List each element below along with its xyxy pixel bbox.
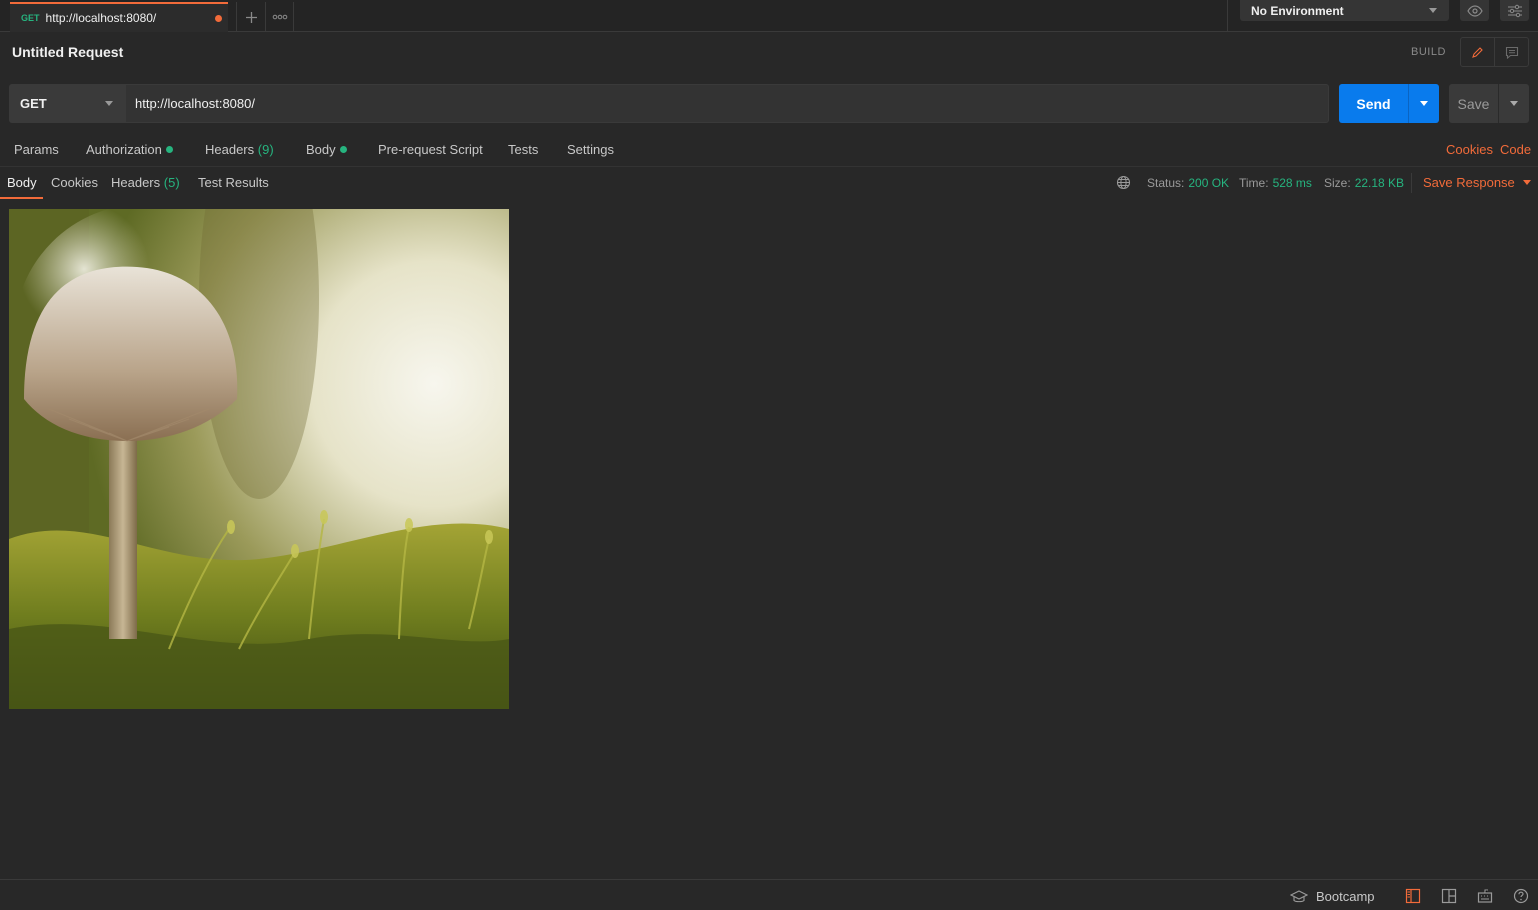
- tab-params[interactable]: Params: [14, 142, 59, 157]
- response-tab-test-results[interactable]: Test Results: [198, 175, 269, 190]
- build-mode-label: BUILD: [1411, 46, 1446, 58]
- request-tab[interactable]: GET http://localhost:8080/: [10, 2, 228, 32]
- tab-authorization-label: Authorization: [86, 142, 162, 157]
- tab-bar: GET http://localhost:8080/ No Environmen…: [0, 0, 1538, 32]
- url-value: http://localhost:8080/: [135, 96, 255, 111]
- response-tab-headers-label: Headers: [111, 175, 161, 190]
- comment-icon: [1505, 46, 1518, 59]
- tab-headers-label: Headers: [205, 142, 255, 157]
- chevron-down-icon: [1429, 8, 1437, 13]
- response-image: [9, 209, 509, 709]
- response-tab-body[interactable]: Body: [7, 175, 37, 190]
- keyboard-icon[interactable]: [1477, 888, 1493, 904]
- tab-url: http://localhost:8080/: [45, 11, 157, 25]
- environment-select[interactable]: No Environment: [1240, 0, 1449, 21]
- size-label: Size:: [1324, 176, 1351, 190]
- response-tab-headers[interactable]: Headers (5): [111, 175, 180, 190]
- active-dot-icon: [339, 146, 347, 153]
- manage-environments-button[interactable]: [1500, 0, 1529, 21]
- edit-button[interactable]: [1461, 38, 1494, 66]
- save-button-group: Save: [1449, 84, 1529, 123]
- headers-count: (9): [257, 142, 274, 157]
- chevron-down-icon: [105, 101, 113, 106]
- send-options-button[interactable]: [1408, 84, 1439, 123]
- tab-headers[interactable]: Headers (9): [205, 142, 274, 157]
- plus-icon: [245, 11, 257, 23]
- tab-body-label: Body: [306, 142, 336, 157]
- layout-icon[interactable]: [1441, 888, 1457, 904]
- response-size[interactable]: Size: 22.18 KB: [1324, 176, 1404, 190]
- cookies-link[interactable]: Cookies: [1446, 142, 1493, 157]
- help-icon[interactable]: [1513, 888, 1529, 904]
- status-label: Status:: [1147, 176, 1185, 190]
- send-button[interactable]: Send: [1339, 84, 1408, 123]
- tab-tests[interactable]: Tests: [508, 142, 538, 157]
- environment-label: No Environment: [1251, 3, 1344, 18]
- response-tab-cookies[interactable]: Cookies: [51, 175, 98, 190]
- response-time[interactable]: Time: 528 ms: [1239, 176, 1312, 190]
- divider: [1411, 173, 1412, 193]
- request-tabs: Params Authorization Headers (9) Body Pr…: [0, 133, 1538, 167]
- eye-icon: [1466, 4, 1483, 17]
- save-response-button[interactable]: Save Response: [1423, 175, 1531, 190]
- send-button-group: Send: [1339, 84, 1439, 123]
- globe-icon[interactable]: [1116, 175, 1131, 190]
- new-tab-button[interactable]: [236, 2, 265, 32]
- build-mode-buttons: [1460, 37, 1529, 67]
- ellipsis-icon: [272, 14, 287, 20]
- status-value: 200 OK: [1188, 176, 1230, 190]
- active-tab-indicator: [0, 197, 43, 199]
- sliders-icon: [1507, 4, 1522, 17]
- tab-pre-request-script[interactable]: Pre-request Script: [378, 142, 483, 157]
- status-bar: Bootcamp: [0, 879, 1538, 910]
- tab-settings[interactable]: Settings: [567, 142, 614, 157]
- response-tabs: Body Cookies Headers (5) Test Results St…: [0, 167, 1538, 200]
- method-label: GET: [20, 96, 47, 111]
- chevron-down-icon: [1522, 180, 1531, 185]
- time-label: Time:: [1239, 176, 1269, 190]
- save-response-label: Save Response: [1423, 175, 1515, 190]
- response-headers-count: (5): [163, 175, 180, 190]
- url-input[interactable]: http://localhost:8080/: [125, 84, 1329, 123]
- bootcamp-button[interactable]: Bootcamp: [1290, 889, 1375, 904]
- tab-authorization[interactable]: Authorization: [86, 142, 173, 157]
- unsaved-dot-icon: [215, 15, 222, 22]
- request-title[interactable]: Untitled Request: [12, 44, 123, 60]
- code-link[interactable]: Code: [1500, 142, 1531, 157]
- environment-area: No Environment: [1227, 0, 1538, 32]
- mushroom-photo: [9, 209, 509, 709]
- method-select[interactable]: GET: [9, 84, 125, 123]
- two-pane-icon[interactable]: [1405, 888, 1421, 904]
- environment-quick-look-button[interactable]: [1460, 0, 1489, 21]
- graduation-cap-icon: [1290, 889, 1308, 902]
- size-value: 22.18 KB: [1354, 176, 1405, 190]
- save-options-button[interactable]: [1498, 84, 1529, 123]
- time-value: 528 ms: [1272, 176, 1312, 190]
- tab-method: GET: [21, 13, 40, 23]
- comments-button[interactable]: [1494, 38, 1528, 66]
- response-status[interactable]: Status: 200 OK: [1147, 176, 1229, 190]
- pencil-icon: [1472, 46, 1483, 58]
- save-button[interactable]: Save: [1449, 84, 1498, 123]
- more-tabs-button[interactable]: [265, 2, 294, 32]
- bootcamp-label: Bootcamp: [1316, 889, 1375, 904]
- active-dot-icon: [165, 146, 173, 153]
- tab-body[interactable]: Body: [306, 142, 347, 157]
